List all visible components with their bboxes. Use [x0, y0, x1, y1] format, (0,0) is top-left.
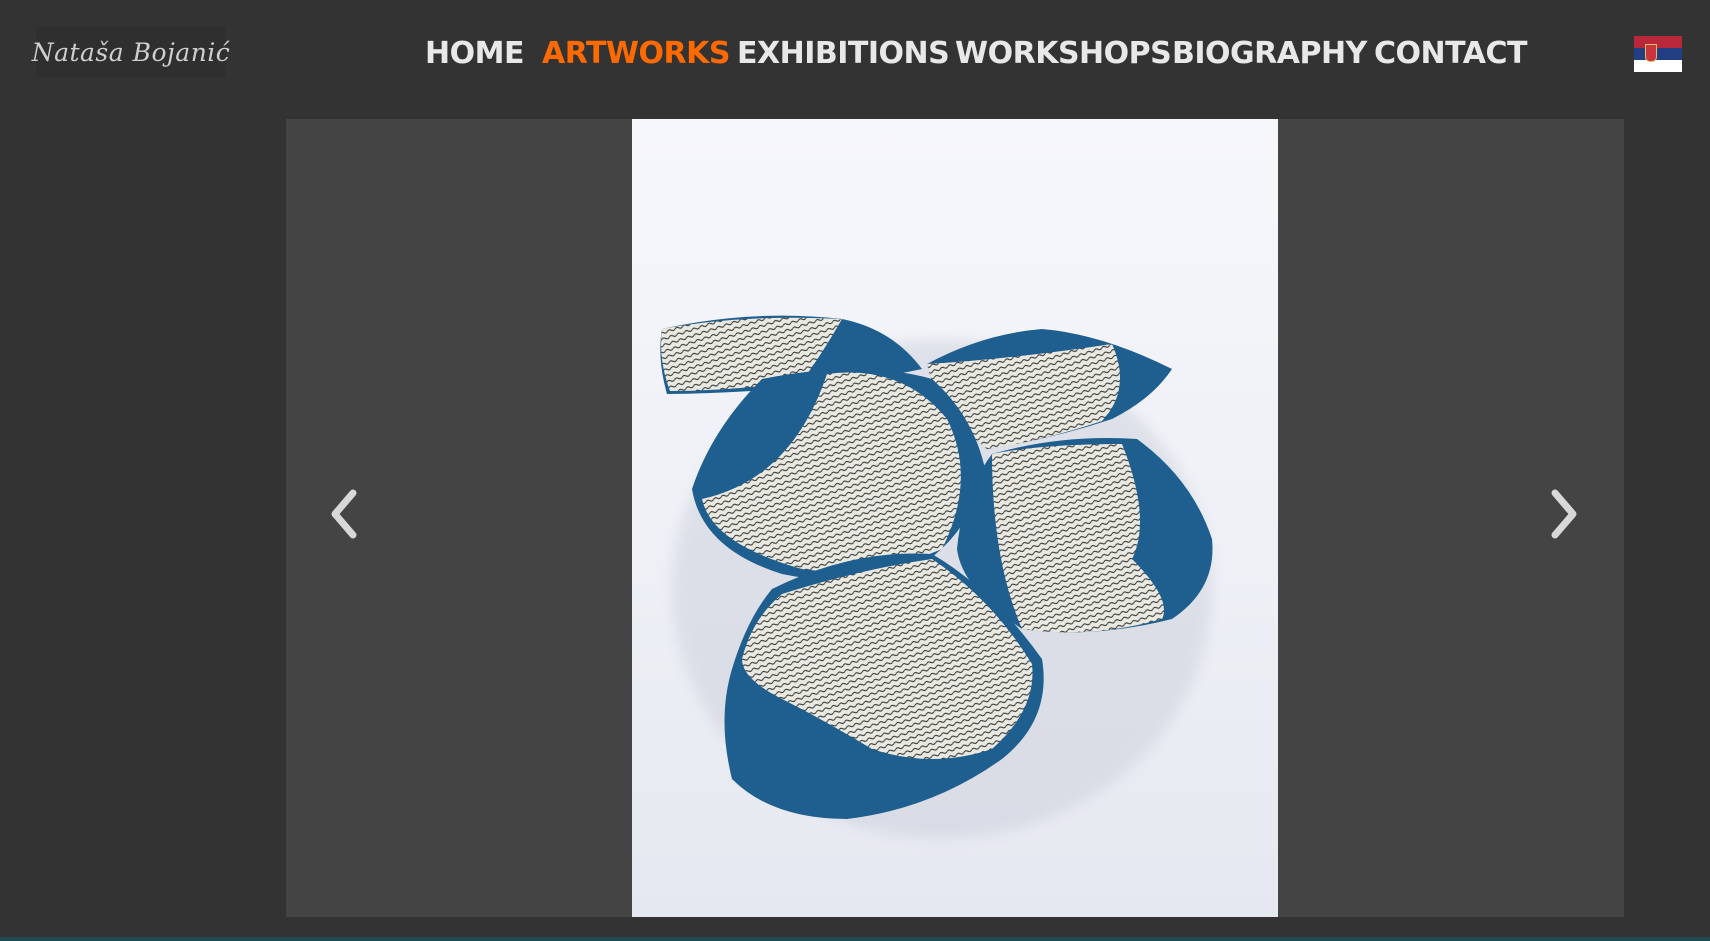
nav-item-home[interactable]: HOME [425, 34, 524, 74]
nav-item-exhibitions[interactable]: EXHIBITIONS [737, 34, 950, 74]
nav-item-artworks[interactable]: ARTWORKS [542, 34, 730, 74]
nav-item-workshops[interactable]: WORKSHOPS [955, 34, 1172, 74]
chevron-right-icon[interactable] [1539, 479, 1589, 549]
main-nav: HOME ARTWORKS EXHIBITIONS WORKSHOPS BIOG… [0, 0, 1710, 110]
nav-item-contact[interactable]: CONTACT [1374, 34, 1527, 74]
footer-strip [0, 937, 1710, 941]
chevron-left-icon[interactable] [319, 479, 369, 549]
artwork-image [632, 119, 1278, 917]
site-header: Nataša Bojanić HOME ARTWORKS EXHIBITIONS… [0, 0, 1710, 110]
nav-item-biography[interactable]: BIOGRAPHY [1172, 34, 1367, 74]
gallery-slideshow [286, 119, 1624, 917]
serbia-flag-icon[interactable] [1634, 36, 1682, 72]
